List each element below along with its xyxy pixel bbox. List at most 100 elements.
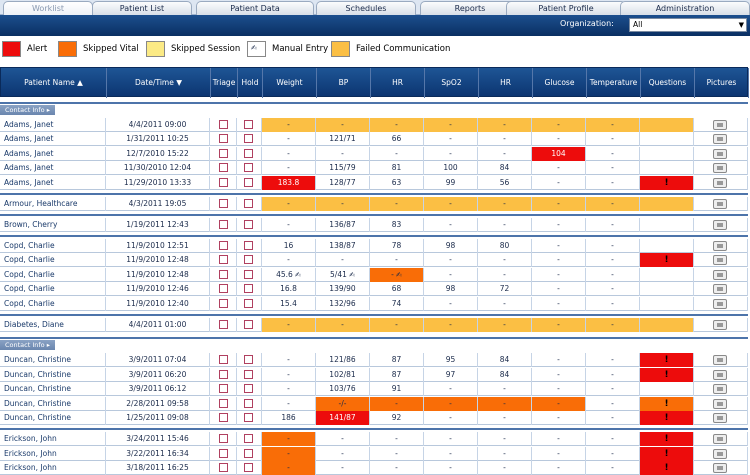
hold-checkbox[interactable] — [244, 370, 253, 379]
table-row[interactable]: Armour, Healthcare 4/3/2011 19:05- - - - - - - — [0, 197, 748, 211]
table-row[interactable]: Duncan, Christine 1/25/2011 09:08 186 141/8… — [0, 411, 748, 425]
triage-checkbox[interactable] — [219, 163, 228, 172]
triage-checkbox[interactable] — [219, 134, 228, 143]
hold-checkbox[interactable] — [244, 320, 253, 329]
hold-checkbox[interactable] — [244, 284, 253, 293]
picture-icon[interactable] — [713, 178, 727, 188]
table-row[interactable]: Copd, Charlie 11/9/2010 12:40 15.4 132/96 74… — [0, 297, 748, 311]
picture-icon[interactable] — [713, 163, 727, 173]
hold-checkbox[interactable] — [244, 255, 253, 264]
column-header-patient-name[interactable]: Patient Name ▲ — [1, 68, 107, 98]
table-row[interactable]: Duncan, Christine 3/9/2011 06:20-102/81 87… — [0, 368, 748, 382]
tab-reports[interactable]: Reports — [420, 1, 520, 15]
legend-label: Skipped Session — [171, 44, 241, 54]
table-row[interactable]: Copd, Charlie 11/9/2010 12:48 45.6 ✍ 5/41 ✍… — [0, 268, 748, 282]
triage-checkbox[interactable] — [219, 370, 228, 379]
table-row[interactable]: Adams, Janet 4/4/2011 09:00- - - - - - - — [0, 118, 748, 132]
picture-icon[interactable] — [713, 255, 727, 265]
picture-icon[interactable] — [713, 120, 727, 130]
triage-checkbox[interactable] — [219, 413, 228, 422]
triage-checkbox[interactable] — [219, 241, 228, 250]
picture-icon[interactable] — [713, 320, 727, 330]
triage-checkbox[interactable] — [219, 434, 228, 443]
hold-checkbox[interactable] — [244, 434, 253, 443]
picture-icon[interactable] — [713, 434, 727, 444]
triage-checkbox[interactable] — [219, 120, 228, 129]
hold-checkbox[interactable] — [244, 241, 253, 250]
picture-icon[interactable] — [713, 284, 727, 294]
picture-icon[interactable] — [713, 134, 727, 144]
table-row[interactable]: Adams, Janet 11/29/2010 13:33 183.8 128/77 6… — [0, 176, 748, 190]
triage-checkbox[interactable] — [219, 355, 228, 364]
picture-icon[interactable] — [713, 199, 727, 209]
picture-icon[interactable] — [713, 299, 727, 309]
tab-schedules[interactable]: Schedules — [316, 1, 416, 15]
tab-worklist[interactable]: Worklist — [3, 1, 93, 15]
picture-icon[interactable] — [713, 384, 727, 394]
hold-checkbox[interactable] — [244, 163, 253, 172]
picture-icon[interactable] — [713, 270, 727, 280]
hold-checkbox[interactable] — [244, 178, 253, 187]
picture-icon[interactable] — [713, 241, 727, 251]
table-row[interactable]: Diabetes, Diane 4/4/2011 01:00- - - - - - - — [0, 318, 748, 332]
table-row[interactable]: Duncan, Christine 2/28/2011 09:58- -/- - - - -… — [0, 397, 748, 411]
hold-checkbox[interactable] — [244, 449, 253, 458]
table-row[interactable]: Copd, Charlie 11/9/2010 12:48- - - - - - -! — [0, 253, 748, 267]
hold-checkbox[interactable] — [244, 270, 253, 279]
picture-icon[interactable] — [713, 355, 727, 365]
hold-checkbox[interactable] — [244, 134, 253, 143]
table-row[interactable]: Erickson, John 3/24/2011 15:46- - - - - - -! — [0, 432, 748, 446]
tab-patient-list[interactable]: Patient List — [92, 1, 192, 15]
table-row[interactable]: Duncan, Christine 3/9/2011 07:04-121/86 87… — [0, 353, 748, 367]
triage-checkbox[interactable] — [219, 199, 228, 208]
triage-checkbox[interactable] — [219, 299, 228, 308]
table-row[interactable]: Erickson, John 3/22/2011 16:34- - - - - - -! — [0, 447, 748, 461]
hold-checkbox[interactable] — [244, 355, 253, 364]
picture-icon[interactable] — [713, 449, 727, 459]
contact-info-button[interactable]: Contact Info ▸ — [0, 105, 55, 115]
hold-checkbox[interactable] — [244, 199, 253, 208]
column-header-temperature: Temperature — [587, 68, 641, 98]
hold-checkbox[interactable] — [244, 220, 253, 229]
hold-checkbox[interactable] — [244, 413, 253, 422]
hold-checkbox[interactable] — [244, 384, 253, 393]
hold-checkbox[interactable] — [244, 299, 253, 308]
table-row[interactable]: Adams, Janet 11/30/2010 12:04-115/79 81 100… — [0, 161, 748, 175]
vital-hr: 87 — [370, 368, 424, 382]
triage-checkbox[interactable] — [219, 270, 228, 279]
table-row[interactable]: Brown, Cherry 1/19/2011 12:43-136/87 83- - -… — [0, 218, 748, 232]
table-row[interactable]: Copd, Charlie 11/9/2010 12:46 16.8 139/90 68… — [0, 282, 748, 296]
tab-patient-profile[interactable]: Patient Profile — [506, 1, 626, 15]
hold-checkbox[interactable] — [244, 463, 253, 472]
vital-gl: - — [532, 268, 586, 282]
table-row[interactable]: Erickson, John 3/18/2011 16:25- - - - - - -! — [0, 461, 748, 475]
table-row[interactable]: Copd, Charlie 11/9/2010 12:51 16 138/87 78 98… — [0, 239, 748, 253]
triage-checkbox[interactable] — [219, 399, 228, 408]
triage-checkbox[interactable] — [219, 284, 228, 293]
hold-checkbox[interactable] — [244, 399, 253, 408]
picture-icon[interactable] — [713, 220, 727, 230]
picture-icon[interactable] — [713, 399, 727, 409]
hold-checkbox[interactable] — [244, 120, 253, 129]
table-row[interactable]: Duncan, Christine 3/9/2011 06:12-103/76 91… — [0, 382, 748, 396]
triage-checkbox[interactable] — [219, 220, 228, 229]
triage-checkbox[interactable] — [219, 320, 228, 329]
contact-info-button[interactable]: Contact Info ▸ — [0, 340, 55, 350]
triage-checkbox[interactable] — [219, 463, 228, 472]
picture-icon[interactable] — [713, 463, 727, 473]
picture-icon[interactable] — [713, 370, 727, 380]
picture-icon[interactable] — [713, 413, 727, 423]
triage-checkbox[interactable] — [219, 255, 228, 264]
tab-administration[interactable]: Administration — [620, 1, 750, 15]
tab-patient-data[interactable]: Patient Data — [196, 1, 314, 15]
column-header-date-time[interactable]: Date/Time ▼ — [107, 68, 211, 98]
organization-select[interactable]: All ▼ — [629, 18, 747, 32]
picture-icon[interactable] — [713, 149, 727, 159]
triage-checkbox[interactable] — [219, 384, 228, 393]
triage-checkbox[interactable] — [219, 149, 228, 158]
table-row[interactable]: Adams, Janet 1/31/2011 10:25-121/71 66- - - - — [0, 132, 748, 146]
hold-checkbox[interactable] — [244, 149, 253, 158]
triage-checkbox[interactable] — [219, 178, 228, 187]
table-row[interactable]: Adams, Janet 12/7/2010 15:22- - - - -104- — [0, 147, 748, 161]
triage-checkbox[interactable] — [219, 449, 228, 458]
